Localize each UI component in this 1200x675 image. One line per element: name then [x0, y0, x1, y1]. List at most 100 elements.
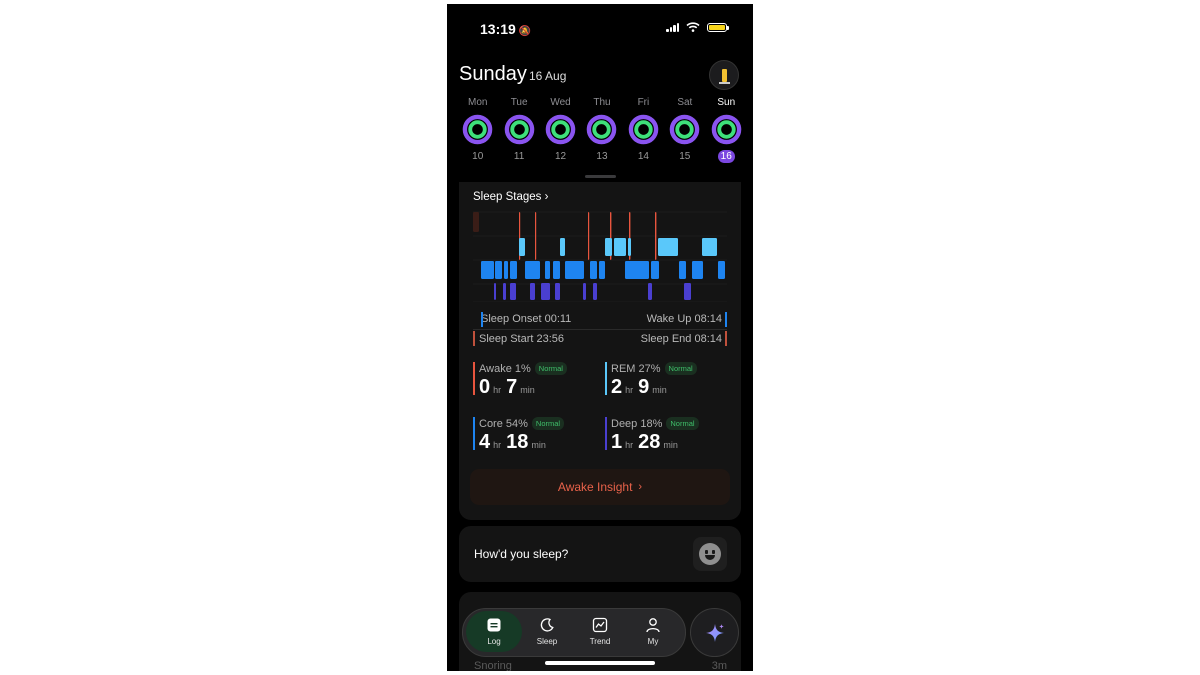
deep-segment: [684, 283, 691, 300]
bell-slash-icon: 🔕: [518, 26, 532, 37]
tab-log[interactable]: Log: [466, 611, 522, 652]
day-number: 10: [472, 151, 484, 162]
tab-label: Trend: [589, 637, 611, 646]
rem-segment: [614, 238, 626, 256]
min-unit: min: [531, 440, 546, 450]
end-marker: [725, 331, 727, 346]
core-segment: [510, 261, 517, 279]
core-segment: [495, 261, 502, 279]
tab-label: My: [647, 637, 659, 646]
hr-unit: hr: [625, 385, 634, 395]
activity-ring-icon: [670, 114, 700, 145]
deep-label: Deep 18%: [611, 418, 663, 430]
tab-label: Log: [487, 637, 501, 646]
core-hours: 4: [479, 431, 491, 453]
core-segment: [565, 261, 584, 279]
deep-segment: [494, 283, 496, 300]
hr-unit: hr: [493, 440, 502, 450]
snoring-label: Snoring: [474, 660, 512, 671]
awake-label: Awake 1%: [479, 363, 531, 375]
battery-icon: [707, 22, 729, 32]
drag-handle[interactable]: [585, 175, 616, 178]
min-unit: min: [663, 440, 678, 450]
smiley-face-icon[interactable]: [693, 537, 727, 571]
status-badge: Normal: [664, 362, 697, 375]
phone-screen: 13:19🔕 Sunday 16 Aug Mon 10 Tue 11 Wed: [447, 4, 753, 671]
day-label: Wed: [550, 97, 571, 108]
core-segment: [481, 261, 494, 279]
day-title: Sunday: [459, 63, 527, 85]
status-time: 13:19 🔕: [480, 21, 532, 37]
moon-icon: [540, 618, 554, 632]
tab-my[interactable]: My: [625, 611, 681, 652]
awake-hours: 0: [479, 376, 491, 398]
activity-ring-icon: [628, 114, 659, 145]
core-label: Core 54%: [479, 418, 528, 430]
snoring-value: 3m: [711, 660, 727, 671]
day-sat[interactable]: Sat 15: [664, 97, 705, 163]
awake-color-bar: [473, 362, 475, 395]
core-segment: [625, 261, 649, 279]
tab-sleep[interactable]: Sleep: [519, 611, 575, 652]
week-strip: Mon 10 Tue 11 Wed 12 Thu 13 Fri 14 Sat 1…: [457, 97, 747, 163]
day-tue[interactable]: Tue 11: [498, 97, 539, 163]
awake-segment: [473, 212, 479, 232]
activity-ring-icon: [504, 114, 534, 145]
core-minutes: 18: [506, 431, 529, 453]
status-icons: [666, 22, 729, 32]
hr-unit: hr: [493, 385, 502, 395]
sleep-feedback-card[interactable]: How'd you sleep?: [459, 526, 741, 582]
day-label: Mon: [467, 97, 488, 108]
min-unit: min: [652, 385, 667, 395]
sleep-stages-link[interactable]: Sleep Stages ›: [473, 191, 548, 203]
sleep-start-label: Sleep Start 23:56: [479, 333, 565, 345]
core-segment: [504, 261, 508, 279]
ai-sparkle-button[interactable]: [690, 608, 739, 657]
awake-insight-button[interactable]: Awake Insight ›: [470, 469, 730, 505]
awake-segment: [535, 212, 537, 260]
day-sun[interactable]: Sun 16: [706, 97, 747, 163]
rem-segment: [702, 238, 717, 256]
hr-unit: hr: [625, 440, 634, 450]
rem-label: REM 27%: [611, 363, 661, 375]
feedback-question: How'd you sleep?: [474, 547, 569, 561]
wifi-icon: [686, 22, 700, 32]
day-number: 15: [679, 151, 691, 162]
day-number: 13: [596, 151, 608, 162]
core-segment: [525, 261, 540, 279]
hypnogram-chart: [473, 211, 727, 302]
home-indicator: [545, 661, 655, 665]
torch-icon: [718, 68, 730, 84]
deep-segment: [503, 283, 506, 300]
day-number: 12: [554, 151, 567, 162]
min-unit: min: [520, 385, 535, 395]
day-mon[interactable]: Mon 10: [457, 97, 498, 163]
awake-segment: [588, 212, 590, 260]
day-number: 11: [513, 151, 525, 162]
chevron-right-icon: ›: [544, 191, 549, 203]
sleep-stages-card: Sleep Stages › Sleep Onset 00:11 Wake Up…: [459, 182, 741, 520]
activity-ring-icon: [545, 114, 576, 145]
day-date: 16 Aug: [529, 69, 567, 83]
core-segment: [590, 261, 597, 279]
tab-trend[interactable]: Trend: [572, 611, 628, 652]
rem-segment: [605, 238, 612, 256]
day-wed[interactable]: Wed 12: [540, 97, 581, 163]
divider: [473, 329, 727, 330]
day-label: Thu: [593, 97, 611, 108]
chevron-right-icon: ›: [638, 481, 643, 493]
day-thu[interactable]: Thu 13: [581, 97, 622, 163]
rem-segment: [519, 238, 525, 256]
tab-label: Sleep: [536, 637, 558, 646]
day-fri[interactable]: Fri 14: [623, 97, 664, 163]
day-label: Sat: [677, 97, 693, 108]
deep-segment: [555, 283, 560, 300]
status-badge: Normal: [534, 362, 567, 375]
torch-button[interactable]: [709, 60, 739, 90]
deep-segment: [541, 283, 550, 300]
deep-hours: 1: [611, 431, 623, 453]
activity-ring-icon: [462, 114, 493, 145]
day-number: 14: [637, 151, 649, 162]
awake-insight-label: Awake Insight: [557, 480, 633, 494]
awake-segment: [655, 212, 657, 260]
